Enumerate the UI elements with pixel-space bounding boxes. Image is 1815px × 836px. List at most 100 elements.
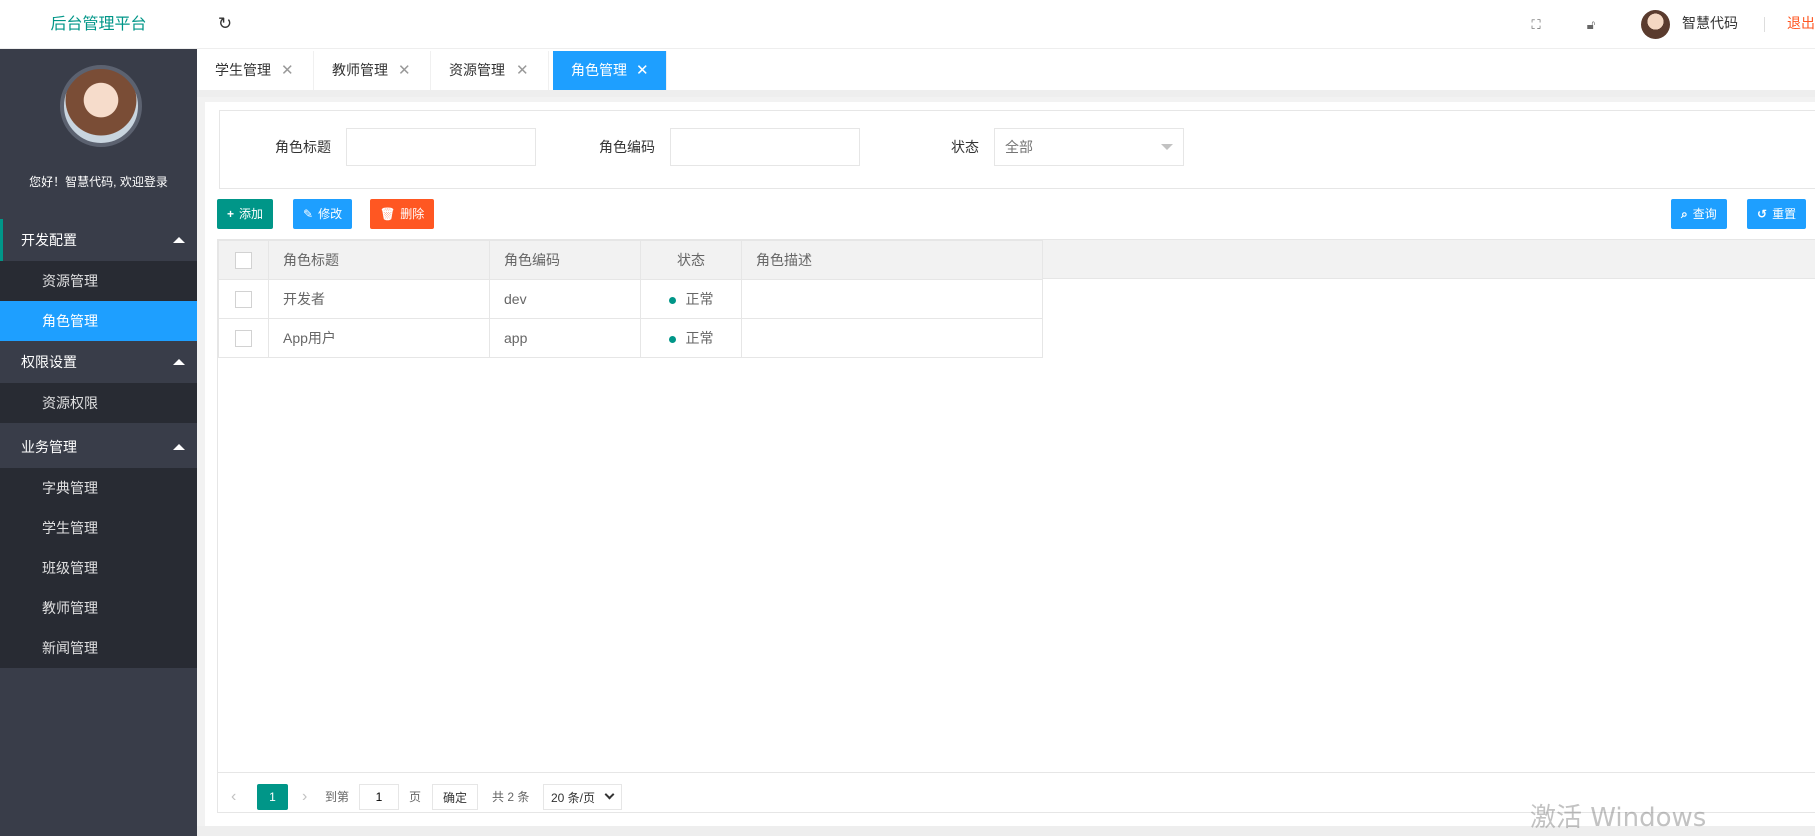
main-content: 角色标题 角色编码 状态 全部 + 添加 ✎ 修改 🗑︎ 删除 ⌕ 查询 ↺ 重置 角色标… xyxy=(205,102,1815,832)
tab-label: 角色管理 xyxy=(571,62,627,78)
row-checkbox[interactable] xyxy=(235,329,252,347)
menu-group-label: 业务管理 xyxy=(21,439,77,455)
next-page-icon[interactable]: › xyxy=(302,784,307,810)
role-title-input[interactable] xyxy=(346,128,536,166)
cell-title: App用户 xyxy=(268,318,490,358)
table-row[interactable]: 开发者 dev 正常 xyxy=(218,279,1043,319)
per-page-select[interactable]: 20 条/页 xyxy=(543,784,622,810)
close-icon[interactable]: ✕ xyxy=(398,51,411,90)
tab-student-manage[interactable]: 学生管理 ✕ xyxy=(197,51,314,90)
delete-button[interactable]: 🗑︎ 删除 xyxy=(370,199,435,229)
edit-button[interactable]: ✎ 修改 xyxy=(293,199,353,229)
prev-page-icon[interactable]: ‹ xyxy=(231,784,236,810)
per-page-value: 20 条/页 xyxy=(551,791,596,805)
sidebar: 您好！智慧代码, 欢迎登录 开发配置 资源管理 角色管理 权限设置 资源权限 业… xyxy=(0,49,197,836)
header-divider xyxy=(1764,17,1765,32)
row-select-cell xyxy=(218,318,269,358)
menu-item-student-manage[interactable]: 学生管理 xyxy=(0,508,197,548)
windows-activation-watermark: 激活 Windows xyxy=(1530,803,1707,833)
caret-up-icon xyxy=(173,444,185,450)
menu-item-resource-manage[interactable]: 资源管理 xyxy=(0,261,197,301)
table-header-row: 角色标题 角色编码 状态 角色描述 xyxy=(218,240,1043,280)
status-select[interactable]: 全部 xyxy=(994,128,1184,166)
app-logo-title[interactable]: 后台管理平台 xyxy=(0,0,197,49)
role-title-label: 角色标题 xyxy=(275,139,331,155)
logout-link[interactable]: 退出 xyxy=(1787,0,1815,49)
data-table-area: 角色标题 角色编码 状态 角色描述 开发者 dev 正常 App用户 app 正… xyxy=(217,239,1815,813)
caret-up-icon xyxy=(173,237,185,243)
col-header-desc[interactable]: 角色描述 xyxy=(741,240,1043,280)
goto-page-input[interactable] xyxy=(359,784,399,810)
page-current[interactable]: 1 xyxy=(257,784,288,810)
status-select-value: 全部 xyxy=(1005,139,1033,155)
fullscreen-icon[interactable]: ⛶ xyxy=(1525,14,1547,36)
tab-label: 资源管理 xyxy=(449,62,505,78)
cell-code: dev xyxy=(489,279,641,319)
close-icon[interactable]: ✕ xyxy=(281,51,294,90)
close-icon[interactable]: ✕ xyxy=(636,51,649,90)
role-code-input[interactable] xyxy=(670,128,860,166)
plus-icon: + xyxy=(227,207,235,221)
select-all-cell xyxy=(218,240,269,280)
select-all-checkbox[interactable] xyxy=(235,251,252,269)
col-header-status[interactable]: 状态 xyxy=(640,240,742,280)
refresh-icon[interactable]: ↻ xyxy=(214,13,236,35)
delete-button-label: 删除 xyxy=(400,207,425,221)
welcome-text: 您好！智慧代码, 欢迎登录 xyxy=(29,175,168,189)
goto-confirm-button[interactable]: 确定 xyxy=(432,784,478,810)
menu-item-teacher-manage[interactable]: 教师管理 xyxy=(0,588,197,628)
goto-label: 到第 xyxy=(325,790,350,804)
user-avatar xyxy=(60,65,142,147)
menu-item-news-manage[interactable]: 新闻管理 xyxy=(0,628,197,668)
menu-item-role-manage[interactable]: 角色管理 xyxy=(0,301,197,341)
cell-status: 正常 xyxy=(640,318,742,358)
tab-label: 教师管理 xyxy=(332,62,388,78)
menu-group-business[interactable]: 业务管理 xyxy=(0,426,197,468)
tab-role-manage[interactable]: 角色管理 ✕ xyxy=(553,51,667,90)
menu-group-permission[interactable]: 权限设置 xyxy=(0,341,197,383)
col-header-title[interactable]: 角色标题 xyxy=(268,240,490,280)
pencil-icon: ✎ xyxy=(303,207,314,221)
top-header: 后台管理平台 ↻ ⛶ 🔓︎ 智慧代码 退出 xyxy=(0,0,1815,49)
cell-title: 开发者 xyxy=(268,279,490,319)
roles-table: 角色标题 角色编码 状态 角色描述 开发者 dev 正常 App用户 app 正… xyxy=(218,240,1043,358)
menu-item-dict-manage[interactable]: 字典管理 xyxy=(0,468,197,508)
caret-up-icon xyxy=(173,359,185,365)
tab-resource-manage[interactable]: 资源管理 ✕ xyxy=(431,51,549,90)
close-icon[interactable]: ✕ xyxy=(516,51,529,90)
row-select-cell xyxy=(218,279,269,319)
add-button[interactable]: + 添加 xyxy=(217,199,274,229)
cell-status: 正常 xyxy=(640,279,742,319)
tab-divider xyxy=(197,91,1815,97)
cell-desc xyxy=(741,318,1043,358)
header-avatar[interactable] xyxy=(1641,10,1670,39)
col-header-code[interactable]: 角色编码 xyxy=(489,240,641,280)
page-label: 页 xyxy=(409,790,422,804)
status-text: 正常 xyxy=(685,291,714,307)
query-button-label: 查询 xyxy=(1692,207,1717,221)
query-button[interactable]: ⌕ 查询 xyxy=(1671,199,1727,229)
chevron-down-icon xyxy=(604,789,615,800)
status-text: 正常 xyxy=(685,330,714,346)
table-header-fill xyxy=(1042,240,1815,279)
tab-teacher-manage[interactable]: 教师管理 ✕ xyxy=(314,51,431,90)
status-dot-icon xyxy=(668,296,676,304)
reset-icon: ↺ xyxy=(1757,207,1768,221)
search-icon: ⌕ xyxy=(1681,207,1688,221)
reset-button[interactable]: ↺ 重置 xyxy=(1747,199,1807,229)
lock-icon[interactable]: 🔓︎ xyxy=(1580,14,1602,36)
role-code-label: 角色编码 xyxy=(599,139,655,155)
trash-icon: 🗑︎ xyxy=(380,207,396,221)
menu-item-resource-permission[interactable]: 资源权限 xyxy=(0,383,197,423)
row-checkbox[interactable] xyxy=(235,290,252,308)
edit-button-label: 修改 xyxy=(318,207,343,221)
menu-group-dev-config[interactable]: 开发配置 xyxy=(0,219,197,261)
search-panel: 角色标题 角色编码 状态 全部 xyxy=(219,110,1815,189)
reset-button-label: 重置 xyxy=(1772,207,1797,221)
add-button-label: 添加 xyxy=(239,207,264,221)
table-row[interactable]: App用户 app 正常 xyxy=(218,318,1043,358)
header-username[interactable]: 智慧代码 xyxy=(1682,0,1738,49)
caret-down-icon xyxy=(1161,144,1173,150)
menu-item-class-manage[interactable]: 班级管理 xyxy=(0,548,197,588)
menu-group-label: 开发配置 xyxy=(21,232,77,248)
